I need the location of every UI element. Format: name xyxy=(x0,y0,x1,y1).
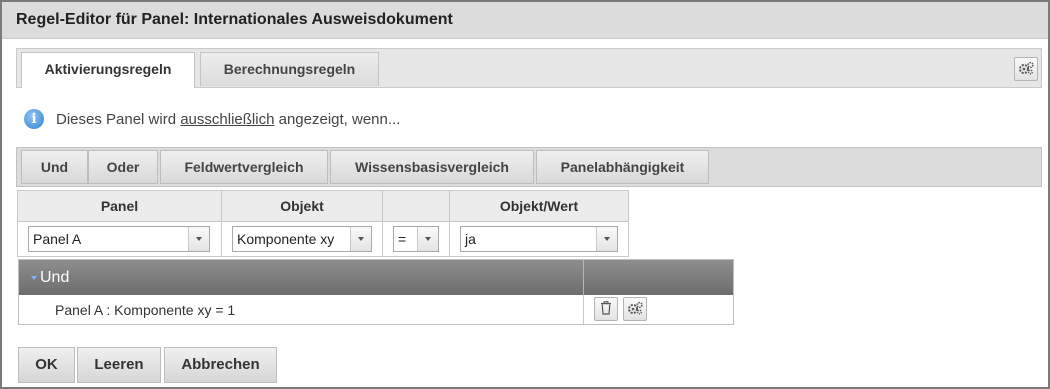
info-icon: i xyxy=(24,109,44,129)
rule-text: Panel A : Komponente xy = 1 xyxy=(55,302,236,318)
clear-button[interactable]: Leeren xyxy=(77,347,161,383)
gear-icon xyxy=(1018,61,1034,78)
info-emphasis: ausschließlich xyxy=(180,110,275,128)
operator-select-value: = xyxy=(398,231,407,247)
rule-settings-button[interactable] xyxy=(623,297,647,321)
tab-settings-button[interactable] xyxy=(1014,57,1038,81)
rule-group-header[interactable]: Und xyxy=(19,260,733,295)
operator-select[interactable]: = xyxy=(393,226,439,252)
panel-select[interactable]: Panel A xyxy=(28,226,210,252)
feldwertvergleich-button[interactable]: Feldwertvergleich xyxy=(160,150,328,184)
object-select[interactable]: Komponente xy xyxy=(232,226,372,252)
value-select[interactable]: ja xyxy=(460,226,618,252)
value-select-value: ja xyxy=(465,231,476,247)
info-text-after: angezeigt, wenn... xyxy=(274,110,401,128)
object-select-value: Komponente xy xyxy=(237,231,335,247)
panel-select-value: Panel A xyxy=(33,231,82,247)
tab-aktivierungsregeln[interactable]: Aktivierungsregeln xyxy=(21,52,195,88)
header-objekt-wert: Objekt/Wert xyxy=(449,190,629,222)
panelabhaengigkeit-button[interactable]: Panelabhängigkeit xyxy=(536,150,709,184)
column-divider xyxy=(583,260,584,295)
header-operator xyxy=(382,190,450,222)
cancel-button[interactable]: Abbrechen xyxy=(164,347,277,383)
trash-icon xyxy=(600,300,612,318)
rule-group: Und Panel A : Komponente xy = 1 xyxy=(18,259,734,325)
rule-group-title: Und xyxy=(31,269,69,287)
wissensbasisvergleich-button[interactable]: Wissensbasisvergleich xyxy=(330,150,534,184)
rule-row[interactable]: Panel A : Komponente xy = 1 xyxy=(19,295,733,324)
chevron-down-icon xyxy=(417,227,438,251)
tab-bar: Aktivierungsregeln Berechnungsregeln xyxy=(16,48,1042,88)
delete-rule-button[interactable] xyxy=(594,297,618,321)
title-bar: Regel-Editor für Panel: Internationales … xyxy=(2,2,1048,39)
chevron-down-icon xyxy=(188,227,209,251)
header-panel: Panel xyxy=(17,190,222,222)
header-objekt: Objekt xyxy=(221,190,383,222)
chevron-down-icon xyxy=(350,227,371,251)
und-button[interactable]: Und xyxy=(21,150,88,184)
gear-icon xyxy=(627,301,643,318)
tab-berechnungsregeln[interactable]: Berechnungsregeln xyxy=(200,52,379,86)
condition-toolbar: Und Oder Feldwertvergleich Wissensbasisv… xyxy=(16,147,1042,187)
condition-table: Panel Objekt Objekt/Wert Panel A Kompone… xyxy=(17,190,629,257)
ok-button[interactable]: OK xyxy=(18,347,75,383)
info-message: i Dieses Panel wird ausschließlich angez… xyxy=(24,108,400,130)
window-title: Regel-Editor für Panel: Internationales … xyxy=(16,11,453,28)
info-text-before: Dieses Panel wird xyxy=(56,110,181,128)
rule-editor-window: Regel-Editor für Panel: Internationales … xyxy=(0,0,1050,389)
oder-button[interactable]: Oder xyxy=(88,150,158,184)
column-divider xyxy=(583,295,584,324)
chevron-down-icon xyxy=(596,227,617,251)
